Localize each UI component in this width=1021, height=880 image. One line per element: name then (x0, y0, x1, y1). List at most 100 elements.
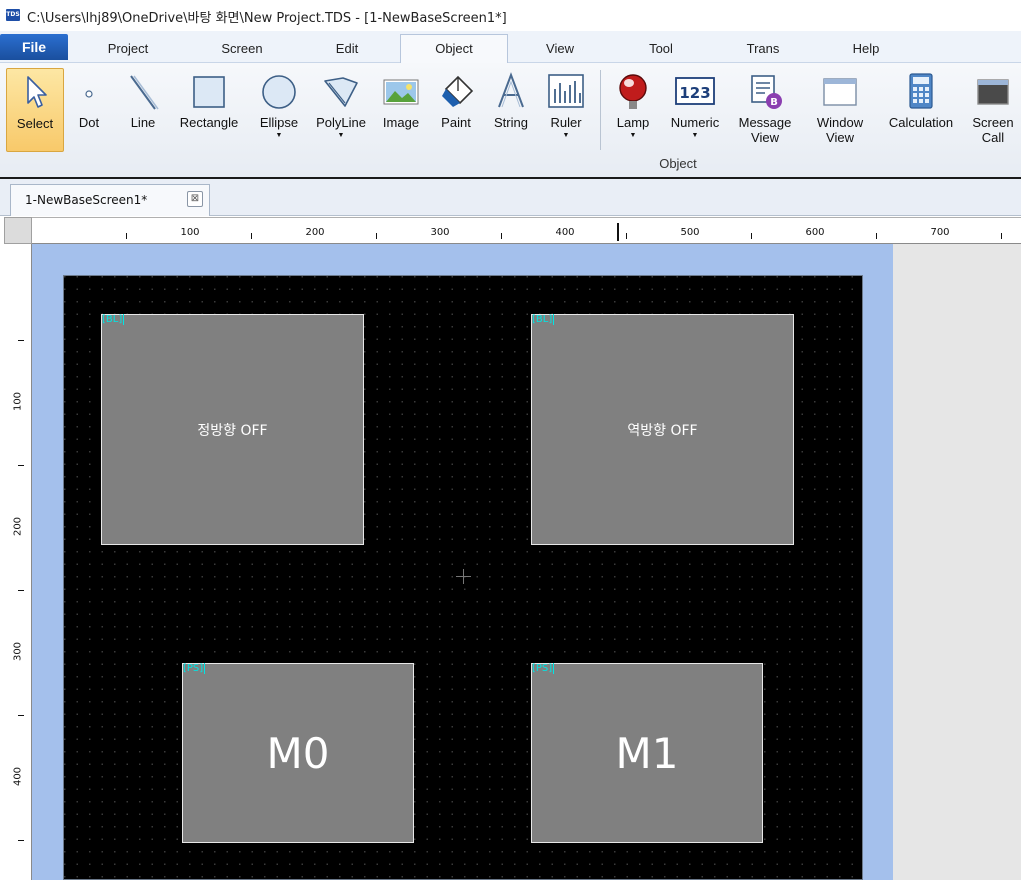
ruler-label: 400 (555, 227, 575, 238)
polyline-icon (312, 71, 370, 111)
ruler-tick (18, 715, 24, 716)
ruler-dropdown-arrow[interactable]: ▼ (537, 132, 595, 140)
document-tab-label: 1-NewBaseScreen1* (25, 193, 148, 207)
base-screen-canvas[interactable]: 정방향 OFF [BL] 역방향 OFF [BL] M0 [PS] M1 [PS… (63, 275, 863, 880)
ribbon-tab-bar: File Project Screen Edit Object View Too… (0, 31, 1021, 64)
ruler-tick (1001, 233, 1002, 239)
ruler-tick (376, 233, 377, 239)
lamp-dropdown-arrow[interactable]: ▼ (604, 132, 662, 140)
ruler-tick (751, 233, 752, 239)
screen-call-tool-button[interactable]: Screen Call (964, 68, 1021, 152)
numeric-dropdown-arrow[interactable]: ▼ (664, 132, 726, 140)
image-tool-button[interactable]: Image (372, 68, 430, 152)
svg-text:B: B (770, 97, 778, 108)
object-type-tag: [PS] (183, 663, 206, 674)
ruler-cursor-marker (617, 223, 619, 241)
ellipse-tool-button[interactable]: Ellipse ▼ (250, 68, 308, 152)
push-switch-object-m0[interactable]: M0 [PS] (182, 663, 414, 843)
ruler-tick (876, 233, 877, 239)
ruler-label: 300 (12, 641, 24, 662)
document-tab-strip: 1-NewBaseScreen1* ⊠ (0, 179, 1021, 216)
calculation-tool-button[interactable]: Calculation (883, 68, 959, 152)
bit-lamp-object-reverse[interactable]: 역방향 OFF [BL] (531, 314, 794, 545)
tab-project[interactable]: Project (88, 35, 168, 63)
tab-view[interactable]: View (528, 35, 592, 63)
object-label: M0 (266, 728, 330, 778)
cursor-arrow-icon (7, 72, 63, 112)
window-title: C:\Users\lhj89\OneDrive\바탕 화면\New Projec… (27, 11, 507, 26)
tab-tool[interactable]: Tool (630, 35, 692, 63)
horizontal-ruler: 100 200 300 400 500 600 700 (32, 217, 1021, 244)
window-view-tool-button[interactable]: Window View (808, 68, 872, 152)
tab-help[interactable]: Help (834, 35, 898, 63)
ruler-label: 100 (180, 227, 200, 238)
document-tab[interactable]: 1-NewBaseScreen1* ⊠ (10, 184, 210, 216)
bit-lamp-object-forward[interactable]: 정방향 OFF [BL] (101, 314, 364, 545)
ruler-corner (4, 217, 32, 244)
dot-icon (60, 71, 118, 111)
tab-object[interactable]: Object (400, 34, 508, 64)
ribbon-group-separator (600, 70, 601, 150)
window-view-icon (808, 71, 872, 111)
polyline-dropdown-arrow[interactable]: ▼ (312, 132, 370, 140)
ruler-label: 600 (805, 227, 825, 238)
close-tab-icon[interactable]: ⊠ (187, 191, 203, 207)
vertical-ruler: 100 200 300 400 (4, 244, 32, 880)
ellipse-dropdown-arrow[interactable]: ▼ (250, 132, 308, 140)
ruler-label: 700 (930, 227, 950, 238)
rectangle-tool-button[interactable]: Rectangle (176, 68, 242, 152)
letter-a-icon (482, 71, 540, 111)
ruler-label: 200 (12, 516, 24, 537)
object-ribbon: Select Dot Line Rectangle Ellipse ▼ Poly… (0, 63, 1021, 179)
image-icon (372, 71, 430, 111)
ellipse-icon (250, 71, 308, 111)
editor-workspace[interactable]: 정방향 OFF [BL] 역방향 OFF [BL] M0 [PS] M1 [PS… (32, 244, 1021, 880)
ruler-tick (501, 233, 502, 239)
line-icon (114, 71, 172, 111)
message-view-tool-button[interactable]: B Message View (733, 68, 797, 152)
ribbon-group-label: Object (659, 156, 697, 171)
object-type-tag: [BL] (102, 314, 125, 325)
object-type-tag: [BL] (532, 314, 555, 325)
ruler-label: 200 (305, 227, 325, 238)
object-label: 정방향 OFF (197, 422, 268, 439)
polyline-tool-button[interactable]: PolyLine ▼ (312, 68, 370, 152)
app-icon: TDS (6, 9, 20, 21)
line-tool-button[interactable]: Line (114, 68, 172, 152)
ruler-tick (126, 233, 127, 239)
tab-trans[interactable]: Trans (728, 35, 798, 63)
ruler-label: 400 (12, 766, 24, 787)
ruler-tick (18, 465, 24, 466)
ruler-label: 500 (680, 227, 700, 238)
ruler-tick (251, 233, 252, 239)
lamp-tool-button[interactable]: Lamp ▼ (604, 68, 662, 152)
calculator-icon (883, 71, 959, 111)
rectangle-icon (176, 71, 242, 111)
svg-text:123: 123 (679, 84, 710, 102)
dot-tool-button[interactable]: Dot (60, 68, 118, 152)
screen-call-icon (964, 71, 1021, 111)
object-label: M1 (615, 728, 679, 778)
tab-edit[interactable]: Edit (312, 35, 382, 63)
paint-bucket-icon (427, 71, 485, 111)
object-type-tag: [PS] (532, 663, 555, 674)
ruler-tick (18, 590, 24, 591)
page-background: 정방향 OFF [BL] 역방향 OFF [BL] M0 [PS] M1 [PS… (32, 244, 893, 880)
push-switch-object-m1[interactable]: M1 [PS] (531, 663, 763, 843)
ruler-tool-button[interactable]: Ruler ▼ (537, 68, 595, 152)
select-tool-button[interactable]: Select (6, 68, 64, 152)
ruler-label: 100 (12, 391, 24, 412)
paint-tool-button[interactable]: Paint (427, 68, 485, 152)
ruler-tick (18, 340, 24, 341)
ruler-icon (537, 71, 595, 111)
numeric-123-icon: 123 (664, 71, 726, 111)
ruler-tick (626, 233, 627, 239)
message-view-icon: B (733, 71, 797, 111)
ruler-label: 300 (430, 227, 450, 238)
file-menu-button[interactable]: File (0, 34, 68, 60)
ruler-tick (18, 840, 24, 841)
numeric-tool-button[interactable]: 123 Numeric ▼ (664, 68, 726, 152)
title-bar: TDS C:\Users\lhj89\OneDrive\바탕 화면\New Pr… (0, 0, 1021, 31)
tab-screen[interactable]: Screen (200, 35, 284, 63)
string-tool-button[interactable]: String (482, 68, 540, 152)
